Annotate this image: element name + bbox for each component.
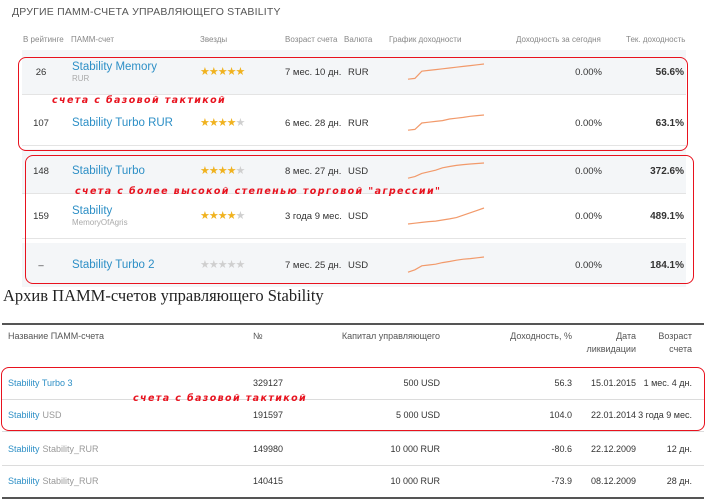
archive-account-name[interactable]: Stability Stability_RUR <box>8 465 99 497</box>
archive-row-divider <box>2 431 704 432</box>
archive-account-number: 140415 <box>253 476 284 486</box>
archive-header-age-line2: счета <box>669 344 692 354</box>
header-chart: График доходности <box>389 35 462 44</box>
header-age: Возраст счета <box>285 35 338 44</box>
header-rank: В рейтинге <box>23 35 64 44</box>
archive-yield: -73.9 <box>551 476 572 486</box>
aggressive-tactic-box <box>25 155 694 284</box>
archive-row-divider <box>2 497 704 499</box>
archive-account-subtitle: Stability_RUR <box>42 444 99 454</box>
archive-table-header: Название ПАММ-счета № Капитал управляюще… <box>2 327 704 367</box>
header-total: Тек. доходность <box>626 35 686 44</box>
archive-table-row[interactable]: Stability Stability_RUR 149980 10 000 RUR -8… <box>2 433 704 465</box>
top-table-header: В рейтинге ПАММ-счет Звезды Возраст счет… <box>18 35 694 49</box>
archive-header-date-line2: ликвидации <box>586 344 637 354</box>
archive-account-number: 149980 <box>253 444 284 454</box>
archive-header-date-line1: Дата <box>616 331 636 341</box>
archive-capital: 10 000 RUR <box>390 476 440 486</box>
archive-account-link[interactable]: Stability <box>8 476 40 486</box>
header-stars: Звезды <box>200 35 228 44</box>
archive-header-age-line1: Возраст <box>658 331 692 341</box>
archive-header-capital: Капитал управляющего <box>341 331 440 341</box>
annotation-base-tactic-top: счета с базовой тактикой <box>52 95 227 106</box>
archive-account-name[interactable]: Stability Stability_RUR <box>8 433 99 465</box>
archive-liquidation-date: 08.12.2009 <box>590 476 636 486</box>
archive-liquidation-date: 22.12.2009 <box>590 444 636 454</box>
header-account: ПАММ-счет <box>71 35 115 44</box>
header-currency: Валюта <box>344 35 373 44</box>
annotation-base-tactic-bottom: счета с базовой тактикой <box>133 393 308 404</box>
archive-table-row[interactable]: Stability Stability_RUR 140415 10 000 RUR -7… <box>2 465 704 497</box>
archive-header-age: Возраст счета <box>648 330 692 356</box>
archive-title: Архив ПАММ-счетов управляющего Stability <box>3 286 324 305</box>
archive-account-age: 12 дн. <box>666 444 692 454</box>
archive-account-age: 28 дн. <box>666 476 692 486</box>
archive-header-yield: Доходность, % <box>510 331 572 341</box>
section-title: ДРУГИЕ ПАММ-СЧЕТА УПРАВЛЯЮЩЕГО STABILITY <box>12 6 281 18</box>
archive-base-tactic-box <box>1 367 705 431</box>
archive-yield: -80.6 <box>551 444 572 454</box>
archive-table-top-border <box>2 323 704 325</box>
archive-header-name: Название ПАММ-счета <box>8 331 105 341</box>
archive-account-link[interactable]: Stability <box>8 444 40 454</box>
archive-account-subtitle: Stability_RUR <box>42 476 99 486</box>
annotation-aggressive: счета с более высокой степенью торговой … <box>75 186 442 197</box>
archive-header-number: № <box>253 331 263 341</box>
archive-capital: 10 000 RUR <box>390 444 440 454</box>
archive-header-date: Дата ликвидации <box>584 330 637 356</box>
header-today: Доходность за сегодня <box>516 35 601 44</box>
